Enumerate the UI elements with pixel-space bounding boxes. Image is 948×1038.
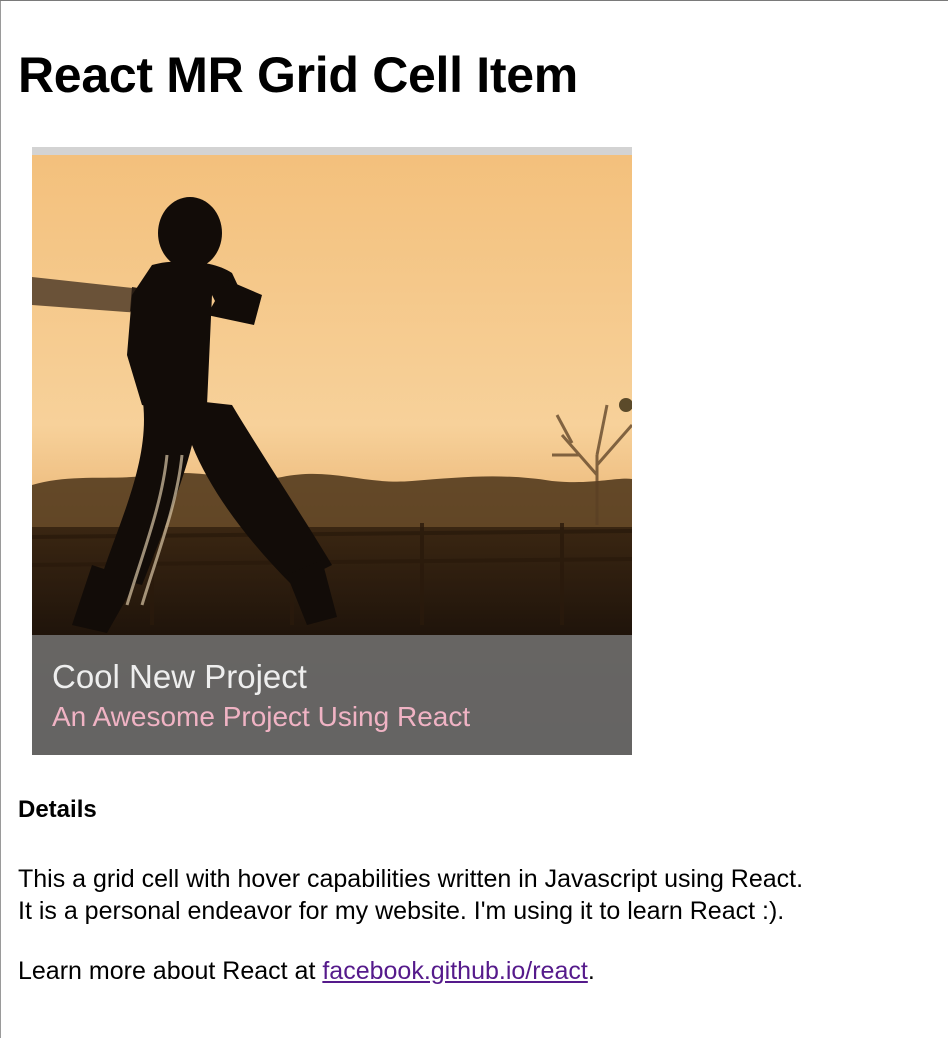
details-line-1: This a grid cell with hover capabilities…: [18, 865, 804, 893]
learn-more-suffix: .: [587, 957, 595, 985]
project-title: Cool New Project: [52, 658, 307, 695]
details-heading: Details: [18, 796, 97, 823]
page-title: React MR Grid Cell Item: [18, 47, 578, 103]
details-description: This a grid cell with hover capabilities…: [18, 863, 938, 927]
details-line-2: It is a personal endeavor for my website…: [18, 897, 785, 925]
grid-cell[interactable]: Cool New Project An Awesome Project Usin…: [32, 147, 632, 755]
learn-more-paragraph: Learn more about React at facebook.githu…: [18, 955, 595, 987]
project-subtitle: An Awesome Project Using React: [52, 701, 471, 732]
cell-caption-overlay: Cool New Project An Awesome Project Usin…: [32, 635, 632, 755]
react-docs-link[interactable]: facebook.github.io/react: [322, 957, 587, 985]
window-edge: [0, 1, 1, 1038]
learn-more-prefix: Learn more about React at: [18, 957, 323, 985]
